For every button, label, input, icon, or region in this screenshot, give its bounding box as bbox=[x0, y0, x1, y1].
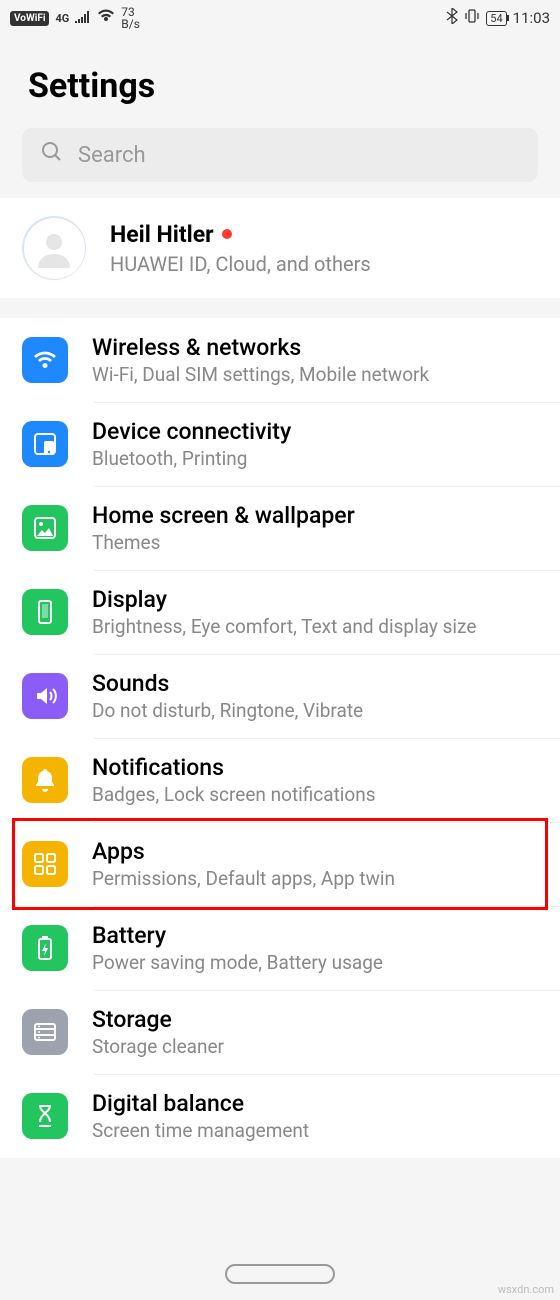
item-text: Battery Power saving mode, Battery usage bbox=[92, 922, 383, 974]
watermark: wsxdn.com bbox=[498, 1283, 554, 1296]
item-text: Device connectivity Bluetooth, Printing bbox=[92, 418, 291, 470]
settings-item-home-screen[interactable]: Home screen & wallpaper Themes bbox=[0, 486, 560, 570]
settings-item-apps[interactable]: Apps Permissions, Default apps, App twin bbox=[0, 822, 560, 906]
settings-item-storage[interactable]: Storage Storage cleaner bbox=[0, 990, 560, 1074]
digital-balance-icon bbox=[22, 1093, 68, 1139]
avatar bbox=[22, 216, 86, 280]
item-sub: Permissions, Default apps, App twin bbox=[92, 867, 395, 890]
item-text: Wireless & networks Wi-Fi, Dual SIM sett… bbox=[92, 334, 429, 386]
item-text: Display Brightness, Eye comfort, Text an… bbox=[92, 586, 476, 638]
item-sub: Do not disturb, Ringtone, Vibrate bbox=[92, 699, 363, 722]
search-placeholder: Search bbox=[78, 143, 146, 168]
item-sub: Screen time management bbox=[92, 1119, 309, 1142]
status-left: VoWiFi 4G 73 B/s bbox=[10, 6, 140, 30]
bluetooth-icon bbox=[446, 8, 458, 28]
settings-item-notifications[interactable]: Notifications Badges, Lock screen notifi… bbox=[0, 738, 560, 822]
account-name: Heil Hitler bbox=[110, 221, 214, 248]
settings-item-display[interactable]: Display Brightness, Eye comfort, Text an… bbox=[0, 570, 560, 654]
item-sub: Brightness, Eye comfort, Text and displa… bbox=[92, 615, 476, 638]
network-icon: 4G bbox=[55, 12, 69, 25]
item-title: Storage bbox=[92, 1006, 224, 1033]
battery-indicator: 54 bbox=[486, 11, 506, 26]
wireless-icon bbox=[22, 337, 68, 383]
settings-item-battery[interactable]: Battery Power saving mode, Battery usage bbox=[0, 906, 560, 990]
item-text: Sounds Do not disturb, Ringtone, Vibrate bbox=[92, 670, 363, 722]
item-title: Digital balance bbox=[92, 1090, 309, 1117]
device-connectivity-icon bbox=[22, 421, 68, 467]
clock: 11:03 bbox=[513, 9, 550, 27]
item-sub: Storage cleaner bbox=[92, 1035, 224, 1058]
sounds-icon bbox=[22, 673, 68, 719]
notifications-icon bbox=[22, 757, 68, 803]
account-text: Heil Hitler HUAWEI ID, Cloud, and others bbox=[110, 221, 371, 276]
search-input[interactable]: Search bbox=[22, 128, 538, 182]
item-title: Apps bbox=[92, 838, 395, 865]
battery-icon bbox=[22, 925, 68, 971]
vowifi-badge: VoWiFi bbox=[10, 11, 49, 26]
item-title: Device connectivity bbox=[92, 418, 291, 445]
item-sub: Power saving mode, Battery usage bbox=[92, 951, 383, 974]
apps-icon bbox=[22, 841, 68, 887]
storage-icon bbox=[22, 1009, 68, 1055]
page-header: Settings bbox=[0, 36, 560, 128]
vibrate-icon bbox=[464, 8, 480, 28]
item-text: Storage Storage cleaner bbox=[92, 1006, 224, 1058]
data-speed: 73 B/s bbox=[121, 6, 140, 30]
item-text: Digital balance Screen time management bbox=[92, 1090, 309, 1142]
item-title: Battery bbox=[92, 922, 383, 949]
account-row[interactable]: Heil Hitler HUAWEI ID, Cloud, and others bbox=[0, 198, 560, 298]
settings-item-digital-balance[interactable]: Digital balance Screen time management bbox=[0, 1074, 560, 1158]
item-sub: Themes bbox=[92, 531, 355, 554]
home-screen-icon bbox=[22, 505, 68, 551]
item-title: Home screen & wallpaper bbox=[92, 502, 355, 529]
page-title: Settings bbox=[28, 66, 532, 106]
search-container: Search bbox=[0, 128, 560, 194]
settings-item-wireless[interactable]: Wireless & networks Wi-Fi, Dual SIM sett… bbox=[0, 318, 560, 402]
account-sub: HUAWEI ID, Cloud, and others bbox=[110, 252, 371, 276]
display-icon bbox=[22, 589, 68, 635]
item-text: Apps Permissions, Default apps, App twin bbox=[92, 838, 395, 890]
settings-item-device-connectivity[interactable]: Device connectivity Bluetooth, Printing bbox=[0, 402, 560, 486]
item-text: Home screen & wallpaper Themes bbox=[92, 502, 355, 554]
item-title: Sounds bbox=[92, 670, 363, 697]
item-text: Notifications Badges, Lock screen notifi… bbox=[92, 754, 376, 806]
settings-item-sounds[interactable]: Sounds Do not disturb, Ringtone, Vibrate bbox=[0, 654, 560, 738]
section-gap bbox=[0, 298, 560, 318]
item-sub: Badges, Lock screen notifications bbox=[92, 783, 376, 806]
item-title: Notifications bbox=[92, 754, 376, 781]
nav-pill[interactable] bbox=[225, 1264, 335, 1284]
settings-list: Wireless & networks Wi-Fi, Dual SIM sett… bbox=[0, 318, 560, 1158]
item-sub: Wi-Fi, Dual SIM settings, Mobile network bbox=[92, 363, 429, 386]
wifi-icon bbox=[97, 9, 115, 27]
item-sub: Bluetooth, Printing bbox=[92, 447, 291, 470]
item-title: Display bbox=[92, 586, 476, 613]
notification-dot-icon bbox=[222, 229, 232, 239]
status-bar: VoWiFi 4G 73 B/s 54 11:03 bbox=[0, 0, 560, 36]
item-title: Wireless & networks bbox=[92, 334, 429, 361]
signal-icon bbox=[75, 9, 91, 27]
status-right: 54 11:03 bbox=[446, 8, 550, 28]
search-icon bbox=[40, 140, 64, 170]
